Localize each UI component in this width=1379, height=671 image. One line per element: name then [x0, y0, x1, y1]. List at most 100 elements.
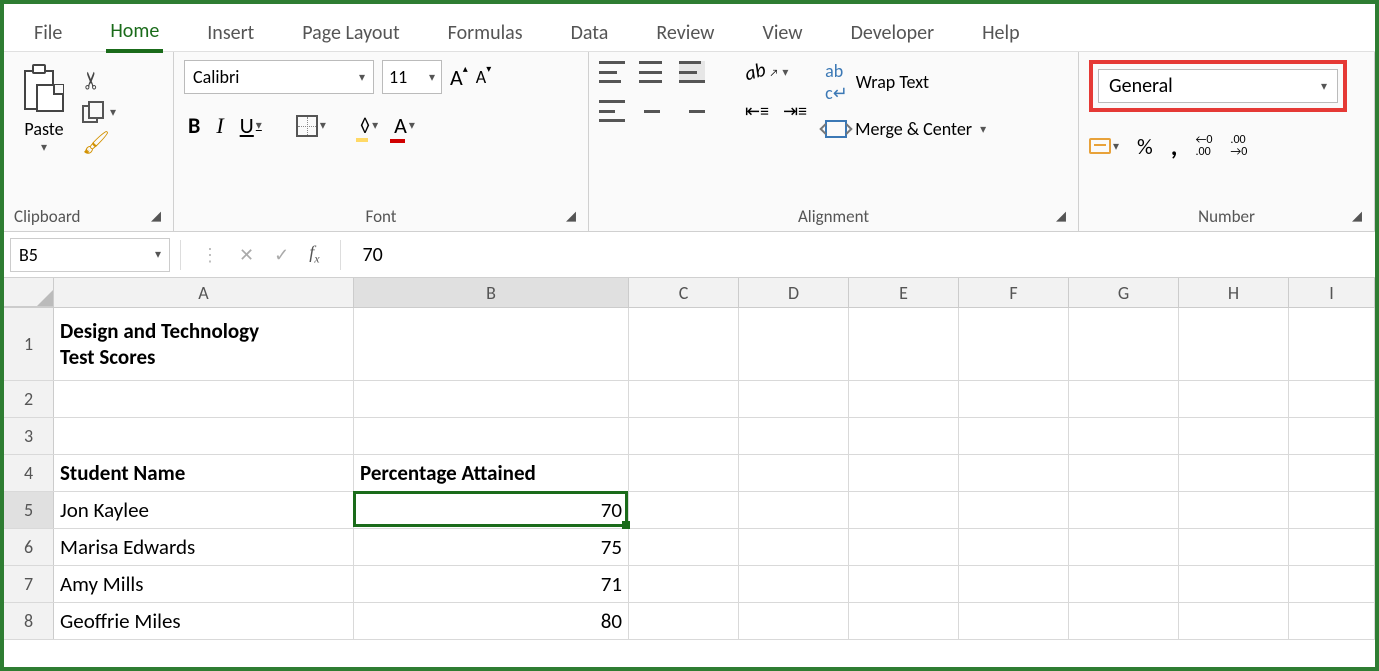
copy-button[interactable]: ▾ — [82, 101, 116, 123]
cell-B5[interactable]: 70 — [354, 492, 629, 528]
cell-D6[interactable] — [739, 529, 849, 565]
cell-C1[interactable] — [629, 308, 739, 380]
col-header-H[interactable]: H — [1179, 278, 1289, 307]
bold-button[interactable]: B — [184, 110, 204, 141]
increase-indent-button[interactable]: ⇥≡ — [783, 100, 807, 122]
align-middle-button[interactable] — [639, 61, 665, 83]
merge-center-button[interactable]: Merge & Center ▾ — [825, 118, 986, 140]
cell-F8[interactable] — [959, 603, 1069, 639]
font-name-select[interactable]: Calibri ▾ — [184, 60, 374, 94]
col-header-B[interactable]: B — [354, 278, 629, 307]
col-header-I[interactable]: I — [1289, 278, 1375, 307]
row-header-2[interactable]: 2 — [4, 381, 54, 417]
increase-decimal-button[interactable]: ←0.00 — [1195, 134, 1212, 158]
cell-B2[interactable] — [354, 381, 629, 417]
cell-B4[interactable]: Percentage Attained — [354, 455, 629, 491]
cell-A6[interactable]: Marisa Edwards — [54, 529, 354, 565]
cell-C2[interactable] — [629, 381, 739, 417]
tab-review[interactable]: Review — [652, 15, 718, 51]
cell-E2[interactable] — [849, 381, 959, 417]
cell-E7[interactable] — [849, 566, 959, 602]
col-header-C[interactable]: C — [629, 278, 739, 307]
cell-E3[interactable] — [849, 418, 959, 454]
cell-H8[interactable] — [1179, 603, 1289, 639]
cell-B3[interactable] — [354, 418, 629, 454]
col-header-D[interactable]: D — [739, 278, 849, 307]
cell-A5[interactable]: Jon Kaylee — [54, 492, 354, 528]
cell-C5[interactable] — [629, 492, 739, 528]
cell-F3[interactable] — [959, 418, 1069, 454]
cell-I4[interactable] — [1289, 455, 1375, 491]
tab-help[interactable]: Help — [978, 15, 1024, 51]
comma-style-button[interactable]: , — [1171, 130, 1178, 162]
cell-D2[interactable] — [739, 381, 849, 417]
dialog-launcher-icon[interactable]: ◢ — [149, 209, 163, 224]
align-top-button[interactable] — [599, 61, 625, 83]
cell-H3[interactable] — [1179, 418, 1289, 454]
wrap-text-button[interactable]: abc↵ Wrap Text — [825, 60, 986, 104]
cell-G3[interactable] — [1069, 418, 1179, 454]
tab-page-layout[interactable]: Page Layout — [298, 15, 403, 51]
cell-D1[interactable] — [739, 308, 849, 380]
cell-I5[interactable] — [1289, 492, 1375, 528]
cell-G8[interactable] — [1069, 603, 1179, 639]
select-all-corner[interactable] — [4, 278, 54, 307]
cell-E5[interactable] — [849, 492, 959, 528]
cell-D5[interactable] — [739, 492, 849, 528]
cell-C7[interactable] — [629, 566, 739, 602]
formula-input[interactable]: 70 — [351, 243, 1375, 267]
tab-home[interactable]: Home — [106, 13, 163, 53]
cell-I3[interactable] — [1289, 418, 1375, 454]
cell-I2[interactable] — [1289, 381, 1375, 417]
cell-G2[interactable] — [1069, 381, 1179, 417]
cell-E8[interactable] — [849, 603, 959, 639]
cell-G1[interactable] — [1069, 308, 1179, 380]
cell-C6[interactable] — [629, 529, 739, 565]
cell-D7[interactable] — [739, 566, 849, 602]
cancel-button[interactable]: ✕ — [229, 244, 264, 266]
cell-H4[interactable] — [1179, 455, 1289, 491]
cell-B8[interactable]: 80 — [354, 603, 629, 639]
row-header-7[interactable]: 7 — [4, 566, 54, 602]
cell-A7[interactable]: Amy Mills — [54, 566, 354, 602]
cell-F6[interactable] — [959, 529, 1069, 565]
paste-button[interactable]: Paste ▾ — [14, 60, 74, 161]
cell-G5[interactable] — [1069, 492, 1179, 528]
cell-H1[interactable] — [1179, 308, 1289, 380]
cell-C4[interactable] — [629, 455, 739, 491]
row-header-4[interactable]: 4 — [4, 455, 54, 491]
cell-F2[interactable] — [959, 381, 1069, 417]
cell-G6[interactable] — [1069, 529, 1179, 565]
align-right-button[interactable] — [679, 100, 705, 122]
col-header-E[interactable]: E — [849, 278, 959, 307]
cell-D4[interactable] — [739, 455, 849, 491]
tab-file[interactable]: File — [30, 15, 66, 51]
decrease-decimal-button[interactable]: .00→0 — [1230, 134, 1247, 158]
align-left-button[interactable] — [599, 100, 625, 122]
orientation-button[interactable]: ab↗▾ — [745, 60, 788, 84]
number-format-select[interactable]: General ▾ — [1098, 69, 1338, 103]
cell-A8[interactable]: Geoffrie Miles — [54, 603, 354, 639]
cell-H2[interactable] — [1179, 381, 1289, 417]
cell-H5[interactable] — [1179, 492, 1289, 528]
row-header-5[interactable]: 5 — [4, 492, 54, 528]
decrease-indent-button[interactable]: ⇤≡ — [745, 100, 769, 122]
tab-data[interactable]: Data — [567, 15, 613, 51]
tab-insert[interactable]: Insert — [203, 15, 258, 51]
cell-B7[interactable]: 71 — [354, 566, 629, 602]
cell-B1[interactable] — [354, 308, 629, 380]
tab-developer[interactable]: Developer — [847, 15, 939, 51]
cell-G4[interactable] — [1069, 455, 1179, 491]
cell-F4[interactable] — [959, 455, 1069, 491]
cell-E6[interactable] — [849, 529, 959, 565]
decrease-font-button[interactable]: A▾ — [476, 66, 491, 88]
cell-E4[interactable] — [849, 455, 959, 491]
cell-G7[interactable] — [1069, 566, 1179, 602]
enter-button[interactable]: ✓ — [264, 244, 299, 266]
cell-F7[interactable] — [959, 566, 1069, 602]
col-header-A[interactable]: A — [54, 278, 354, 307]
cell-I8[interactable] — [1289, 603, 1375, 639]
align-bottom-button[interactable] — [679, 61, 705, 83]
cell-D8[interactable] — [739, 603, 849, 639]
tab-view[interactable]: View — [758, 15, 806, 51]
